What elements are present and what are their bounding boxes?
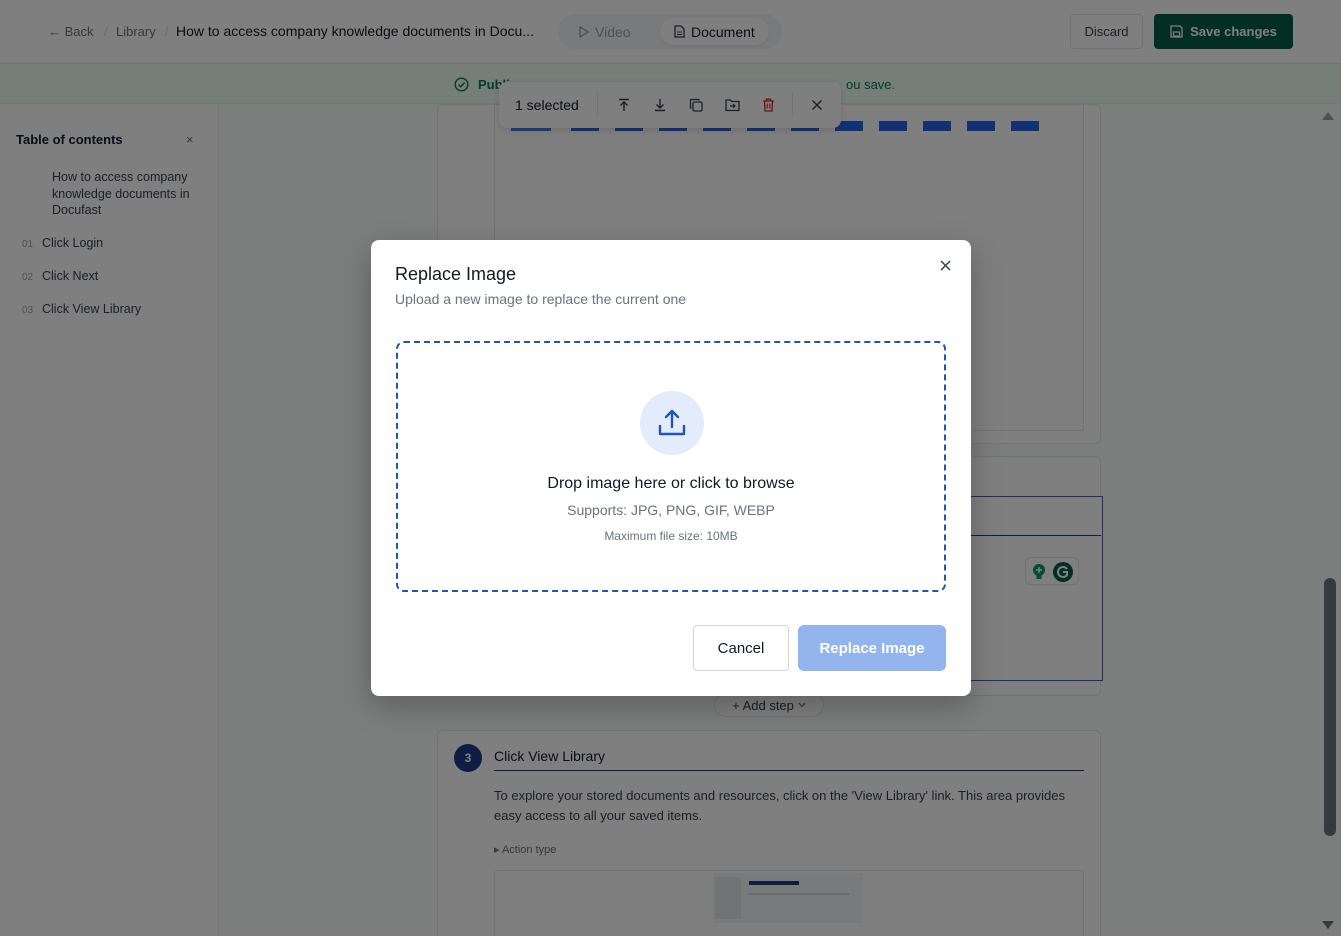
replace-image-button[interactable]: Replace Image — [798, 625, 946, 671]
dropzone-instruction: Drop image here or click to browse — [547, 475, 795, 492]
supported-formats: Supports: JPG, PNG, GIF, WEBP — [567, 502, 775, 518]
dialog-title: Replace Image — [395, 264, 517, 284]
cancel-button[interactable]: Cancel — [693, 625, 789, 671]
upload-icon — [658, 409, 686, 436]
upload-icon-circle — [640, 391, 704, 455]
dialog-subtitle: Upload a new image to replace the curren… — [395, 291, 687, 307]
image-dropzone[interactable]: Drop image here or click to browse Suppo… — [396, 341, 946, 592]
replace-image-dialog: Replace Image Upload a new image to repl… — [371, 240, 971, 696]
close-icon[interactable] — [937, 257, 953, 273]
max-file-size: Maximum file size: 10MB — [604, 529, 738, 543]
